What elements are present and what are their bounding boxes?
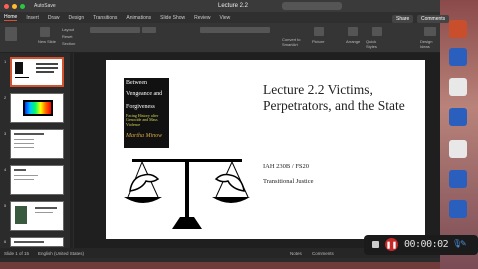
stop-recording-button[interactable] — [372, 241, 379, 248]
paste-button[interactable] — [5, 27, 17, 41]
book-title-line2: Vengeance and — [126, 91, 163, 97]
layout-button[interactable]: Layout — [62, 27, 74, 32]
quick-styles-button[interactable] — [372, 27, 382, 36]
slide-title[interactable]: Lecture 2.2 Victims, Perpetrators, and t… — [263, 82, 423, 114]
convert-smartart-button[interactable]: Convert to SmartArt — [282, 37, 306, 47]
screen-recorder-widget: ❚❚ 00:00:02 ✎ 🎙 — [364, 235, 478, 255]
tab-animations[interactable]: Animations — [126, 15, 151, 21]
tab-draw[interactable]: Draw — [48, 15, 60, 21]
desktop-file-icon[interactable] — [449, 108, 467, 126]
paragraph-controls[interactable] — [200, 27, 270, 33]
desktop-file-icon[interactable] — [449, 200, 467, 218]
new-slide-label: New Slide — [38, 39, 57, 44]
document-title: Lecture 2.2 — [218, 3, 249, 9]
comments-status-button[interactable]: Comments — [312, 251, 334, 256]
book-subtitle: Facing History after Genocide and Mass V… — [126, 113, 159, 127]
recording-timer: 00:00:02 — [404, 239, 449, 250]
slide-thumbnail[interactable] — [10, 57, 64, 87]
ribbon-tabs: Home Insert Draw Design Transitions Anim… — [0, 12, 440, 23]
tab-view[interactable]: View — [220, 15, 231, 21]
desktop-file-icon[interactable] — [449, 78, 467, 96]
desktop-file-icon[interactable] — [449, 140, 467, 158]
thumbnail-number: 1 — [4, 59, 7, 64]
book-title-line3: Forgiveness — [126, 104, 155, 110]
ribbon-toolbar: New Slide Layout Reset Section Convert t… — [0, 23, 440, 53]
book-author: Martha Minow — [126, 133, 163, 139]
tab-slide-show[interactable]: Slide Show — [160, 15, 185, 21]
close-window-button[interactable] — [4, 3, 9, 9]
tab-insert[interactable]: Insert — [26, 15, 39, 21]
tab-home[interactable]: Home — [4, 14, 18, 21]
slide-thumbnail[interactable] — [10, 93, 64, 123]
section-button[interactable]: Section — [62, 41, 75, 46]
picture-label: Picture — [312, 39, 325, 44]
new-slide-button[interactable] — [40, 27, 50, 37]
desktop-file-icon[interactable] — [449, 170, 467, 188]
font-size-select[interactable] — [142, 27, 156, 33]
language-indicator[interactable]: English (United States) — [38, 251, 84, 256]
current-slide[interactable]: Between Vengeance and Forgiveness Facing… — [106, 60, 425, 239]
book-title-line1: Between — [126, 80, 147, 86]
picture-button[interactable] — [314, 27, 324, 36]
font-name-select[interactable] — [90, 27, 140, 33]
pause-recording-button[interactable]: ❚❚ — [385, 238, 398, 251]
thumbnail-scrollbar[interactable] — [70, 53, 73, 248]
design-ideas-label: Design Ideas — [420, 39, 433, 49]
design-ideas-button[interactable] — [424, 27, 436, 36]
reset-button[interactable]: Reset — [62, 34, 72, 39]
arrange-button[interactable] — [348, 27, 358, 36]
title-bar: AutoSave Lecture 2.2 — [0, 0, 440, 12]
scales-of-justice-image — [124, 159, 250, 229]
slide-thumbnail[interactable] — [10, 129, 64, 159]
thumbnail-number: 5 — [4, 203, 7, 208]
maximize-window-button[interactable] — [20, 3, 25, 9]
desktop-file-icon[interactable] — [449, 20, 467, 38]
autosave-label[interactable]: AutoSave — [34, 3, 56, 9]
quick-styles-label: Quick Styles — [366, 39, 377, 49]
slide-thumbnails-pane: 1 2 3 4 5 6 — [0, 53, 72, 248]
search-box[interactable] — [282, 2, 342, 10]
desktop-background — [440, 0, 478, 269]
thumbnail-number: 3 — [4, 131, 7, 136]
course-topic[interactable]: Transitional Justice — [263, 178, 314, 185]
book-cover-image: Between Vengeance and Forgiveness Facing… — [124, 78, 169, 148]
tab-review[interactable]: Review — [194, 15, 210, 21]
minimize-window-button[interactable] — [12, 3, 17, 9]
comments-button[interactable]: Comments — [417, 15, 450, 23]
slide-counter: Slide 1 of 15 — [4, 250, 30, 256]
slide-thumbnail[interactable] — [10, 237, 64, 247]
microphone-icon[interactable]: 🎙 — [452, 239, 462, 248]
share-button[interactable]: Share — [392, 15, 414, 23]
slide-thumbnail[interactable] — [10, 201, 64, 231]
thumbnail-number: 4 — [4, 167, 7, 172]
course-code[interactable]: IAH 230B / FS20 — [263, 163, 309, 170]
notes-button[interactable]: Notes — [290, 251, 302, 256]
slide-thumbnail[interactable] — [10, 165, 64, 195]
thumbnail-number: 2 — [4, 95, 7, 100]
thumbnail-number: 6 — [4, 239, 7, 244]
arrange-label: Arrange — [346, 39, 361, 44]
tab-transitions[interactable]: Transitions — [93, 15, 117, 21]
desktop-file-icon[interactable] — [449, 48, 467, 66]
tab-design[interactable]: Design — [69, 15, 85, 21]
